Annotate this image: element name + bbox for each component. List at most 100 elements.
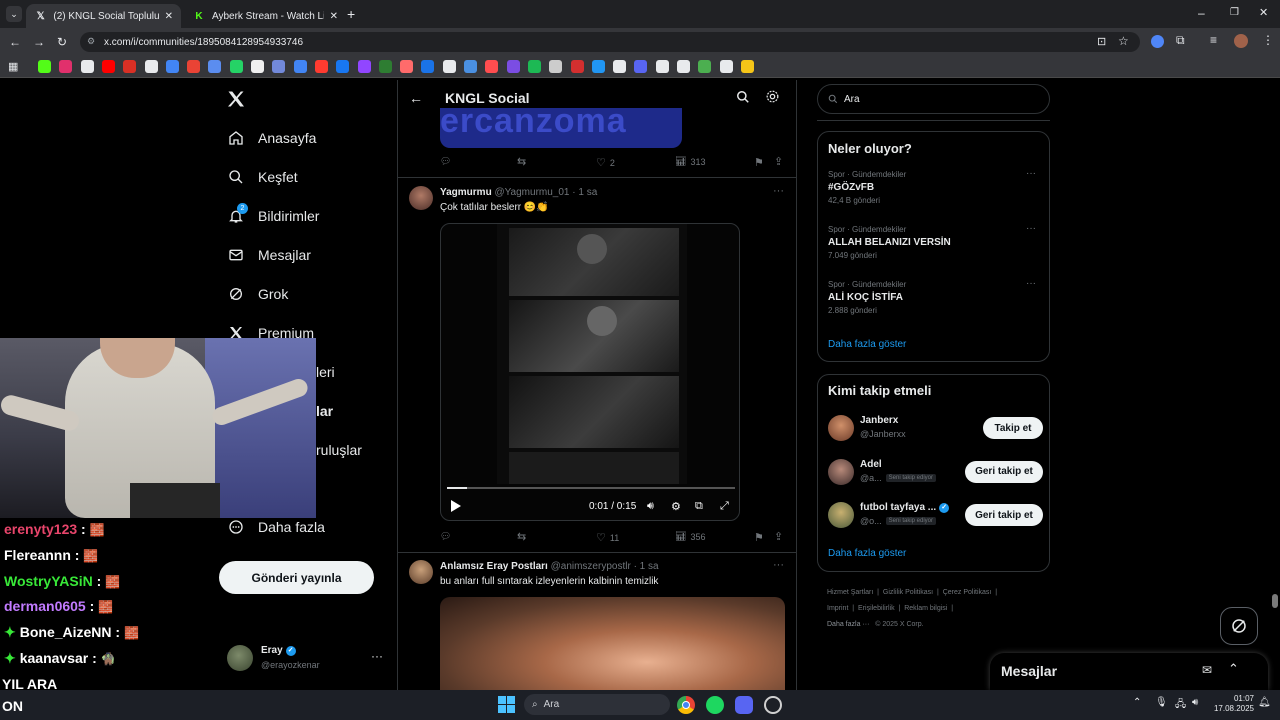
post-author[interactable]: Anlamsız Eray Postları [440,561,548,572]
bookmark-favicon-icon[interactable] [80,60,94,73]
forward-button[interactable]: → [33,35,45,49]
bookmark-favicon-icon[interactable] [527,60,541,73]
discord-icon[interactable] [735,696,753,714]
repost-button[interactable]: ⇆ [517,530,526,543]
reply-button[interactable]: 💬︎ [440,531,451,542]
mic-icon[interactable]: 🎙︎ [1155,697,1168,708]
share-button[interactable]: ⇪ [774,155,783,168]
install-app-icon[interactable]: ⊡ [1097,35,1106,48]
sidebar-item-bookmarks[interactable]: lar [316,403,333,419]
bookmark-favicon-icon[interactable] [144,60,158,73]
post-time[interactable]: · 1 sa [572,187,597,198]
bookmark-favicon-icon[interactable] [59,60,73,73]
sidebar-item-communities[interactable]: ruluşlar [316,442,362,458]
footer-link[interactable]: Gizlilik Politikası [883,589,933,596]
fullscreen-icon[interactable]: ⤢ [720,500,729,513]
follow-back-button[interactable]: Geri takip et [965,460,1043,483]
avatar[interactable] [828,458,854,485]
trend-more-icon[interactable]: ··· [1026,278,1036,289]
chrome-icon[interactable] [677,696,695,714]
sidebar-item-messages[interactable]: Mesajlar [228,247,311,263]
maximize-button[interactable]: ❐ [1230,7,1239,18]
settings-icon[interactable]: ⚙ [671,500,681,513]
clock[interactable]: 01:07 17.08.2025 [1208,694,1254,714]
tray-chevron-icon[interactable]: ⌃ [1133,697,1141,708]
bookmark-favicon-icon[interactable] [187,60,201,73]
views-button[interactable]: 📊︎ 356 [675,531,705,542]
bookmark-favicon-icon[interactable] [570,60,584,73]
sidebar-item-notifications[interactable]: 2 Bildirimler [228,203,319,224]
sidebar-item-more[interactable]: Daha fazla [228,519,325,535]
bookmark-favicon-icon[interactable] [314,60,328,73]
new-message-icon[interactable]: ✉ [1202,663,1212,677]
avatar[interactable] [409,186,433,210]
video-player[interactable]: 0:01 / 0:15 🔊︎ ⚙ ⧉ ⤢ [440,223,740,521]
bookmark-favicon-icon[interactable] [485,60,499,73]
page-scrollbar[interactable] [1272,84,1278,688]
bookmark-favicon-icon[interactable] [208,60,222,73]
bookmark-favicon-icon[interactable] [336,60,350,73]
profile-avatar[interactable] [1234,34,1248,48]
bookmark-favicon-icon[interactable] [591,60,605,73]
sidebar-item-home[interactable]: Anasayfa [228,130,316,146]
start-icon[interactable] [498,696,515,713]
footer-link[interactable]: Imprint [827,605,848,612]
browser-menu-icon[interactable]: ⋮ [1262,33,1274,47]
avatar[interactable] [828,415,854,441]
reply-button[interactable]: 💬︎ [440,156,451,167]
avatar[interactable] [409,560,433,584]
post-button[interactable]: Gönderi yayınla [219,561,374,594]
follow-back-button[interactable]: Geri takip et [965,504,1043,526]
reload-button[interactable]: ↻ [57,35,67,49]
bookmark-favicon-icon[interactable] [677,60,690,73]
bookmark-favicon-icon[interactable] [357,60,371,73]
show-more-link[interactable]: Daha fazla göster [828,548,906,559]
post-handle[interactable]: @Yagmurmu_01 [494,187,569,198]
repost-button[interactable]: ⇆ [517,155,526,168]
minimize-button[interactable]: – [1198,6,1205,20]
reading-list-icon[interactable]: ≡ [1210,33,1217,47]
bookmark-star-icon[interactable]: ☆ [1118,34,1129,48]
close-window-button[interactable]: ✕ [1259,6,1268,19]
footer-link[interactable]: Hizmet Şartları [827,589,873,596]
follow-suggestion[interactable]: futbol tayfaya ... ✓ @o... Seni takip ediyo… [828,500,1043,532]
bookmark-favicon-icon[interactable] [400,60,414,73]
footer-link[interactable]: Reklam bilgisi [904,605,947,612]
play-icon[interactable] [451,500,461,512]
footer-link[interactable]: Erişilebilirlik [858,605,895,612]
search-input[interactable]: Ara [817,84,1050,114]
like-button[interactable]: ♡ 2 [596,156,615,169]
taskbar-search[interactable]: ⌕ Ara [524,694,670,715]
bookmark-favicon-icon[interactable] [464,60,477,73]
x-logo-icon[interactable] [226,89,246,109]
gear-icon[interactable] [765,89,780,104]
apps-grid-icon[interactable]: ▦ [8,60,18,73]
more-options-icon[interactable]: ··· [371,649,383,663]
new-tab-button[interactable]: + [347,6,355,22]
tab-kngl-social[interactable]: 𝕏 (2) KNGL Social Topluluk / X ✕ [26,4,181,28]
sidebar-item-lists[interactable]: leri [316,364,335,380]
extension-icon[interactable] [1151,35,1164,48]
trend-more-icon[interactable]: ··· [1026,223,1036,234]
volume-icon[interactable]: 🔊︎ [647,500,654,513]
trend-more-icon[interactable]: ··· [1026,168,1036,179]
extensions-puzzle-icon[interactable]: ⧉ [1176,33,1185,48]
bookmark-favicon-icon[interactable] [272,60,286,73]
expand-icon[interactable]: ⌃ [1228,661,1239,677]
follow-suggestion[interactable]: Janberx @Janberxx Takip et [828,413,1043,445]
account-switcher[interactable]: Eray ✓ @erayozkenar ··· [227,645,387,673]
bookmark-favicon-icon[interactable] [719,60,733,73]
share-button[interactable]: ⇪ [774,530,783,543]
avatar[interactable] [828,502,854,528]
show-more-link[interactable]: Daha fazla göster [828,339,906,350]
bookmark-favicon-icon[interactable] [229,60,243,73]
notification-icon[interactable]: 🔔︎ [1258,697,1271,708]
post-handle[interactable]: @animszerypostlr [551,561,631,572]
obs-icon[interactable] [764,696,782,714]
volume-icon[interactable]: 🔊︎ [1192,697,1198,708]
footer-link[interactable]: Çerez Politikası [943,589,992,596]
bookmark-favicon-icon[interactable] [655,60,669,73]
bookmark-favicon-icon[interactable] [549,60,563,73]
video-progress-track[interactable] [447,487,735,489]
bookmark-favicon-icon[interactable] [634,60,648,73]
